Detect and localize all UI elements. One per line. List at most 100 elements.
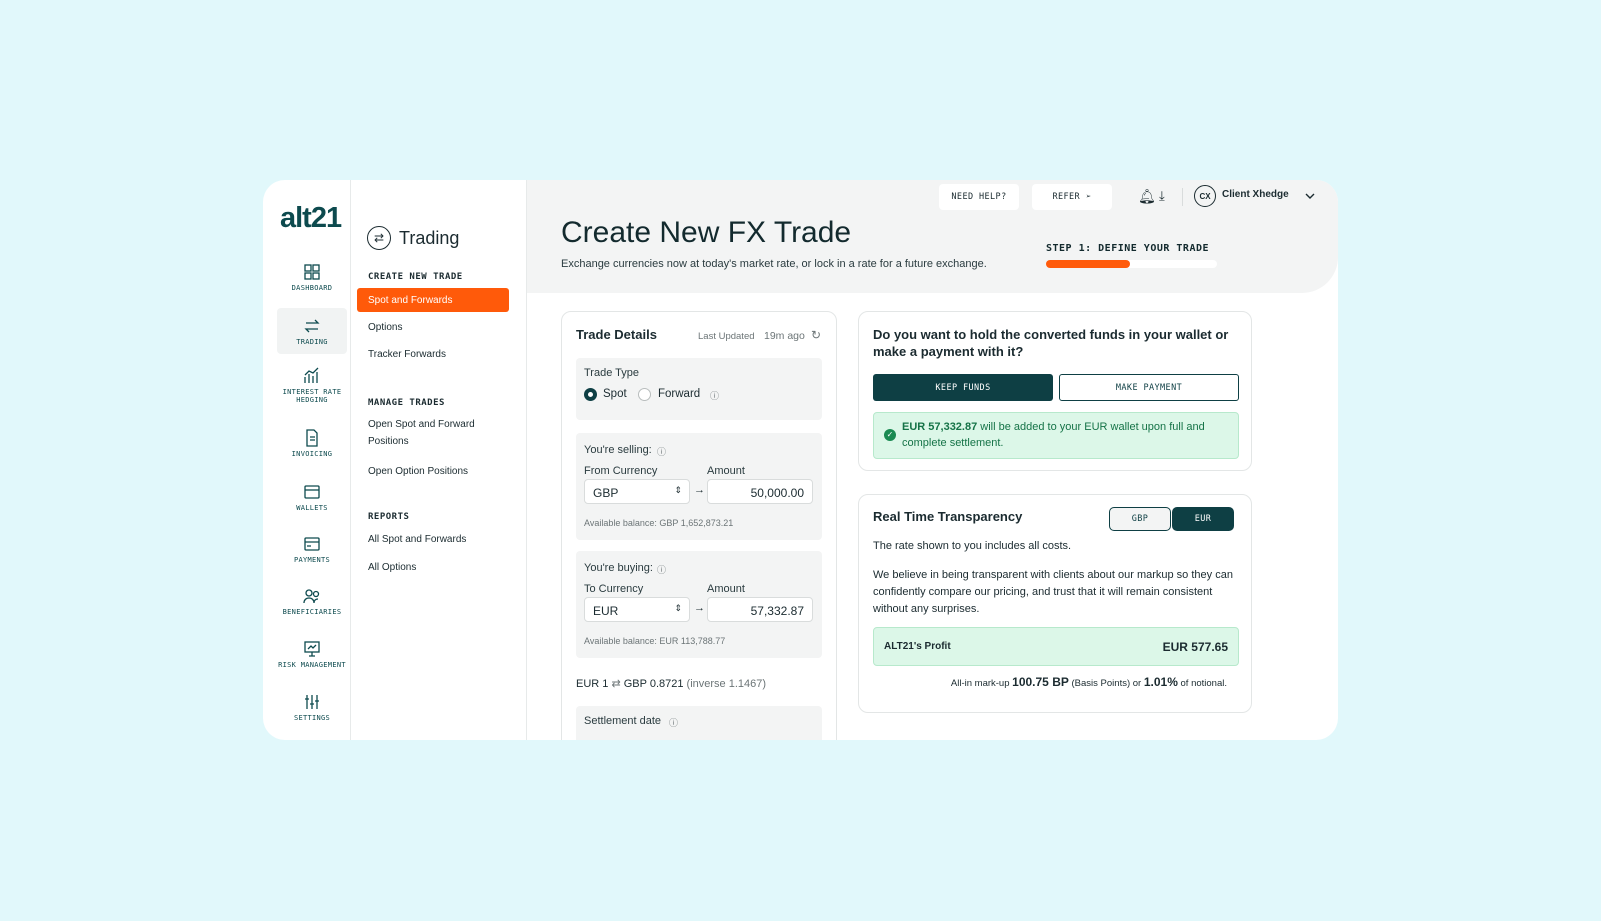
from-currency-value: GBP	[593, 486, 619, 500]
selling-box: You're selling: ⓘ From Currency Amount G…	[576, 433, 822, 540]
section-heading: CREATE NEW TRADE	[368, 272, 463, 282]
nav-trading[interactable]: TRADING	[277, 308, 347, 354]
sell-amount-input[interactable]: 50,000.00	[707, 479, 813, 504]
trade-details-heading: Trade Details	[576, 327, 657, 342]
need-help-button[interactable]: NEED HELP?	[939, 184, 1019, 210]
nav-label: INVOICING	[291, 450, 333, 458]
submenu-item-open-spot-forward-positions[interactable]: Open Spot and Forward Positions	[368, 416, 493, 450]
last-updated-label: Last Updated	[698, 331, 755, 342]
trading-circle-icon: ⇄	[367, 226, 391, 250]
profit-label: ALT21's Profit	[884, 641, 951, 652]
arrow-right-icon: →	[694, 484, 705, 496]
submenu-title: Trading	[399, 227, 460, 248]
forward-label[interactable]: Forward	[658, 388, 700, 400]
buying-label: You're buying:	[584, 562, 653, 574]
forward-radio[interactable]	[638, 388, 651, 401]
info-icon[interactable]: ⓘ	[710, 389, 719, 402]
funds-note-text: EUR 57,332.87 will be added to your EUR …	[902, 419, 1232, 451]
submenu-panel: ⇄ Trading CREATE NEW TRADE Spot and Forw…	[351, 180, 527, 740]
wallet-icon	[304, 485, 320, 499]
dashboard-icon	[304, 264, 320, 280]
buy-amount-input[interactable]: 57,332.87	[707, 597, 813, 622]
nav-dashboard[interactable]: DASHBOARD	[277, 262, 347, 300]
submenu-item-all-options[interactable]: All Options	[368, 559, 416, 576]
nav-label: SETTINGS	[293, 714, 331, 722]
submenu-item-spot-and-forwards[interactable]: Spot and Forwards	[357, 288, 509, 312]
info-icon[interactable]: ⓘ	[657, 563, 666, 576]
info-icon[interactable]: ⓘ	[657, 445, 666, 458]
trade-type-box: Trade Type Spot Forward ⓘ	[576, 358, 822, 420]
step-progress-bar	[1046, 260, 1217, 268]
section-heading: REPORTS	[368, 512, 410, 522]
trade-details-card: Trade Details Last Updated 19m ago ↻ Tra…	[561, 311, 837, 740]
submenu-item-tracker-forwards[interactable]: Tracker Forwards	[368, 346, 446, 363]
step-progress-fill	[1046, 260, 1130, 268]
markup-mid: (Basis Points) or	[1071, 678, 1142, 689]
nav-payments[interactable]: PAYMENTS	[277, 534, 347, 572]
settlement-box: Settlement date ⓘ	[576, 706, 822, 740]
to-currency-value: EUR	[593, 604, 619, 618]
spot-label[interactable]: Spot	[603, 388, 627, 400]
funds-success-note: ✓ EUR 57,332.87 will be added to your EU…	[873, 412, 1239, 459]
nav-label: RISK MANAGEMENT	[278, 661, 346, 669]
brand-logo[interactable]: alt21	[280, 202, 342, 235]
nav-settings[interactable]: SETTINGS	[277, 692, 347, 730]
nav-label: WALLETS	[296, 504, 328, 512]
rate-base: EUR 1	[576, 678, 609, 690]
nav-label: DASHBOARD	[291, 284, 333, 292]
send-icon: ➢	[1086, 192, 1092, 202]
markup-pct: 1.01%	[1143, 675, 1178, 689]
nav-beneficiaries[interactable]: BENEFICIARIES	[277, 586, 347, 624]
make-payment-button[interactable]: MAKE PAYMENT	[1059, 374, 1239, 401]
selling-label: You're selling:	[584, 444, 652, 456]
nav-risk-management[interactable]: RISK MANAGEMENT	[277, 639, 347, 677]
spot-radio[interactable]	[584, 388, 597, 401]
markup-line: All-in mark-up 100.75 BP (Basis Points) …	[951, 675, 1227, 689]
submenu-item-open-option-positions[interactable]: Open Option Positions	[368, 463, 468, 480]
nav-wallets[interactable]: WALLETS	[277, 482, 347, 520]
chevron-down-icon[interactable]	[1305, 192, 1315, 200]
exchange-rate: EUR 1 ⇄ GBP 0.8721 (inverse 1.1467)	[576, 677, 766, 690]
transparency-line1: The rate shown to you includes all costs…	[873, 540, 1072, 552]
nav-label: PAYMENTS	[293, 556, 331, 564]
last-updated-value: 19m ago	[764, 330, 805, 342]
icon-rail: alt21 DASHBOARD TRADING INTEREST RATE HE…	[263, 180, 351, 740]
nav-label: INTEREST RATE HEDGING	[282, 388, 342, 404]
submenu-header: ⇄ Trading	[367, 226, 459, 250]
select-arrows-icon: ⇕	[674, 603, 682, 613]
download-icon[interactable]: ⤓	[1159, 188, 1165, 204]
profit-panel: ALT21's Profit EUR 577.65	[873, 627, 1239, 666]
arrow-right-icon: →	[694, 602, 705, 614]
avatar[interactable]: CX	[1194, 185, 1216, 207]
check-circle-icon: ✓	[884, 429, 896, 441]
funds-note-amount: EUR 57,332.87	[902, 421, 978, 433]
keep-funds-button[interactable]: KEEP FUNDS	[873, 374, 1053, 401]
refresh-icon[interactable]: ↻	[811, 328, 821, 342]
topbar-divider	[1182, 188, 1183, 206]
toggle-eur[interactable]: EUR	[1172, 507, 1234, 531]
from-currency-select[interactable]: GBP ⇕	[584, 479, 690, 504]
user-name[interactable]: Client Xhedge	[1222, 189, 1289, 200]
to-currency-select[interactable]: EUR ⇕	[584, 597, 690, 622]
markup-prefix: All-in mark-up	[950, 678, 1010, 689]
amount-label: Amount	[707, 583, 745, 595]
nav-interest-rate-hedging[interactable]: INTEREST RATE HEDGING	[277, 366, 347, 410]
refer-button[interactable]: REFER ➢	[1032, 184, 1112, 210]
info-icon[interactable]: ⓘ	[669, 716, 678, 729]
nav-invoicing[interactable]: INVOICING	[277, 428, 347, 466]
profit-value: EUR 577.65	[1162, 640, 1228, 654]
to-currency-label: To Currency	[584, 583, 644, 595]
submenu-item-options[interactable]: Options	[368, 319, 402, 336]
markup-suffix: of notional.	[1180, 678, 1227, 689]
app-window: alt21 DASHBOARD TRADING INTEREST RATE HE…	[263, 180, 1338, 740]
nav-label: TRADING	[296, 338, 328, 346]
main-content: NEED HELP? REFER ➢ 🔔︎ ⤓ CX Client Xhedge…	[527, 180, 1338, 740]
bell-icon[interactable]: 🔔︎	[1138, 188, 1156, 205]
trade-type-label: Trade Type	[584, 367, 640, 379]
buy-balance: Available balance: EUR 113,788.77	[584, 636, 726, 646]
funds-card: Do you want to hold the converted funds …	[858, 311, 1252, 471]
trading-icon	[304, 319, 320, 333]
toggle-gbp[interactable]: GBP	[1109, 507, 1171, 531]
invoice-icon	[306, 429, 318, 447]
submenu-item-all-spot-and-forwards[interactable]: All Spot and Forwards	[368, 531, 466, 548]
